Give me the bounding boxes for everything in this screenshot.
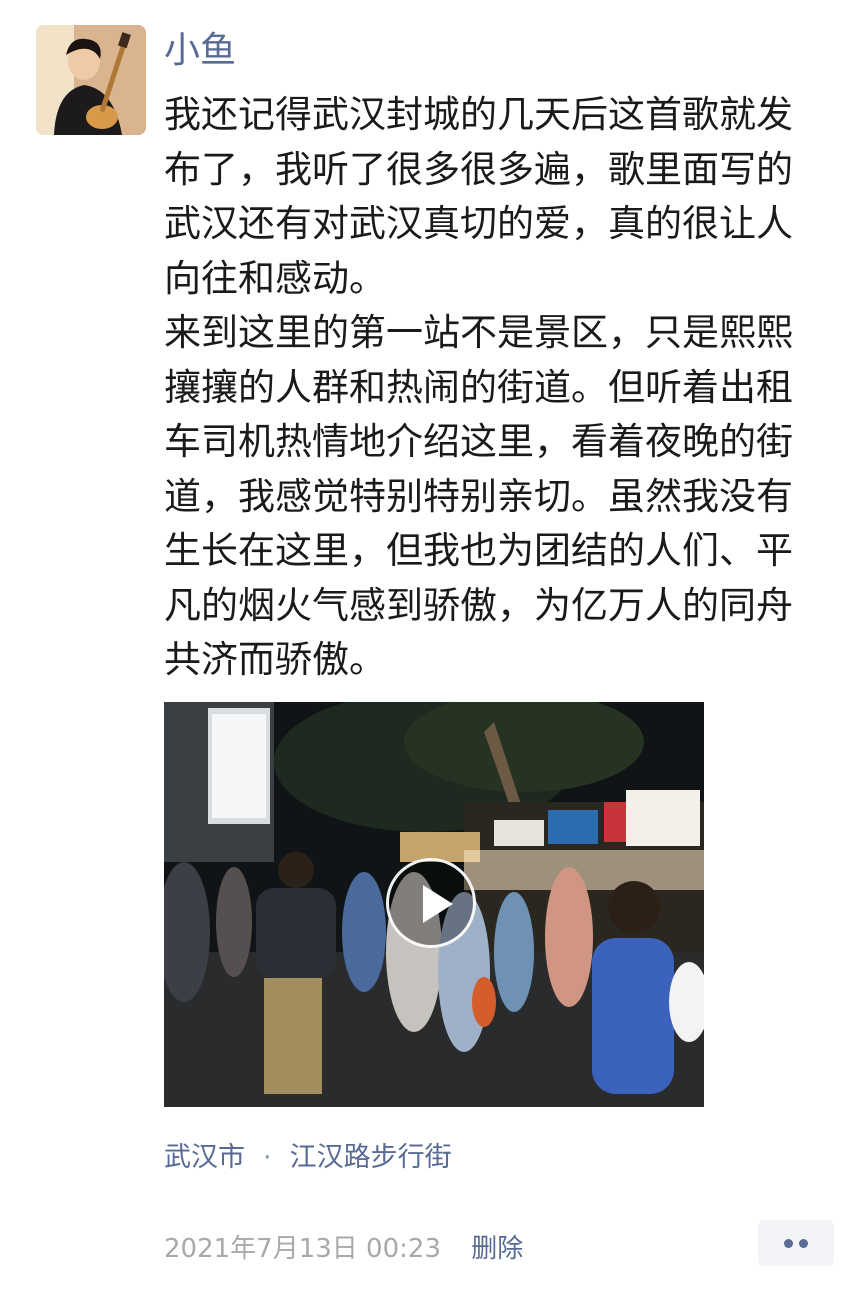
play-icon[interactable] — [386, 858, 476, 948]
dot — [784, 1239, 793, 1248]
avatar[interactable] — [36, 25, 146, 135]
video-thumbnail[interactable] — [164, 702, 704, 1107]
post-paragraph: 来到这里的第一站不是景区，只是熙熙攘攘的人群和热闹的街道。但听着出租车司机热情地… — [164, 311, 793, 681]
author-name[interactable]: 小鱼 — [164, 26, 236, 76]
post-paragraph: 我还记得武汉封城的几天后这首歌就发布了，我听了很多很多遍，歌里面写的武汉还有对武… — [164, 93, 793, 300]
delete-button[interactable]: 删除 — [471, 1234, 523, 1264]
location-place[interactable]: 江汉路步行街 — [290, 1142, 452, 1173]
location[interactable]: 武汉市 · 江汉路步行街 — [164, 1138, 452, 1178]
avatar-image — [36, 25, 146, 135]
post-footer: 2021年7月13日 00:23 删除 — [164, 1229, 523, 1269]
post-timestamp: 2021年7月13日 00:23 — [164, 1234, 441, 1264]
more-dots-icon[interactable] — [758, 1220, 834, 1266]
location-city[interactable]: 武汉市 — [164, 1142, 245, 1173]
dot — [799, 1239, 808, 1248]
location-separator: · — [263, 1142, 272, 1173]
post-text: 我还记得武汉封城的几天后这首歌就发布了，我听了很多很多遍，歌里面写的武汉还有对武… — [164, 88, 824, 688]
